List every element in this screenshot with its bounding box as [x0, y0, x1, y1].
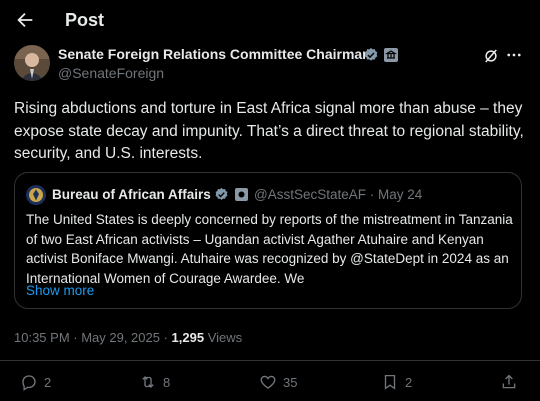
top-bar: Post [0, 0, 540, 40]
like-button[interactable]: 35 [259, 372, 297, 392]
post-metadata: 10:35 PM · May 29, 2025 · 1,295 Views [14, 330, 242, 345]
quoted-author-name[interactable]: Bureau of African Affairs [52, 187, 211, 202]
government-badge-icon [384, 48, 398, 62]
verified-badge-icon [364, 48, 378, 61]
heart-icon [260, 375, 276, 389]
views-count: 1,295 [171, 330, 205, 345]
like-count: 35 [283, 374, 298, 390]
more-options-icon[interactable] [505, 46, 523, 64]
views-label: Views [204, 330, 243, 345]
page-title: Post [65, 10, 105, 30]
show-more-link[interactable]: Show more [26, 283, 94, 298]
action-bar: 2 8 35 2 [0, 372, 540, 394]
quoted-government-badge-icon [235, 188, 248, 201]
reply-button[interactable]: 2 [20, 372, 51, 392]
quoted-handle-date: @AsstSecStateAF · May 24 [254, 187, 423, 202]
back-arrow-icon[interactable] [14, 9, 36, 31]
quoted-author-avatar[interactable] [26, 185, 46, 205]
divider [0, 360, 540, 361]
reply-count: 2 [44, 374, 52, 390]
post-text: Rising abductions and torture in East Af… [14, 100, 524, 162]
repost-icon [142, 376, 154, 388]
share-icon [502, 374, 516, 389]
quoted-verified-badge-icon [215, 187, 228, 200]
grok-icon[interactable] [482, 47, 500, 65]
post-timestamp[interactable]: 10:35 PM · May 29, 2025 · [14, 330, 172, 345]
bookmark-icon [384, 374, 396, 390]
share-button[interactable] [500, 372, 524, 392]
quoted-post-text: The United States is deeply concerned by… [26, 212, 513, 286]
bookmark-button[interactable]: 2 [381, 372, 412, 392]
author-handle[interactable]: @SenateForeign [58, 65, 164, 81]
reply-icon [22, 375, 36, 391]
quoted-post[interactable]: Bureau of African Affairs @AsstSecStateA… [14, 172, 522, 309]
repost-count: 8 [163, 374, 171, 390]
author-name[interactable]: Senate Foreign Relations Committee Chair… [58, 46, 371, 62]
author-avatar[interactable] [14, 45, 50, 81]
bookmark-count: 2 [405, 374, 413, 390]
repost-button[interactable]: 8 [139, 372, 170, 392]
